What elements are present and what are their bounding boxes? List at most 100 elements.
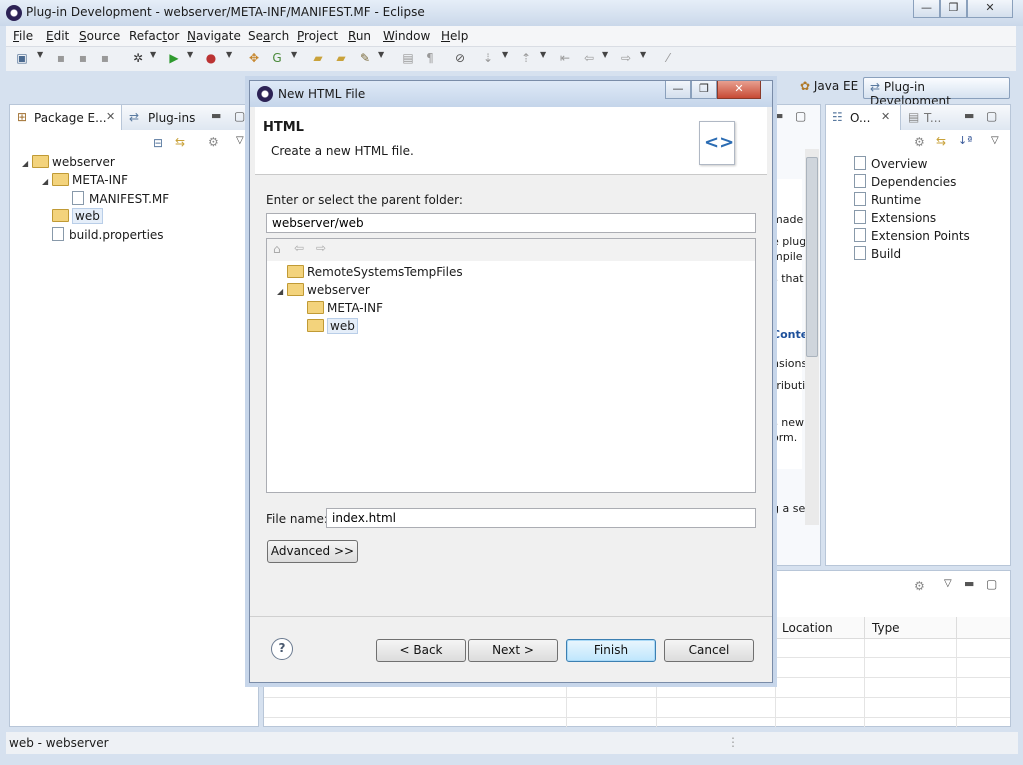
filter-icon[interactable]: ⚙ — [208, 135, 219, 149]
minimize-button[interactable]: — — [913, 0, 940, 18]
folder-tree-item[interactable]: web — [297, 318, 358, 334]
back-icon[interactable]: ⇦ — [294, 241, 304, 255]
filter-icon[interactable]: ⚙ — [914, 135, 925, 149]
close-button[interactable]: ✕ — [967, 0, 1013, 18]
pin-editor-icon[interactable]: ⁄ — [660, 50, 676, 66]
close-tab-icon[interactable]: ✕ — [106, 110, 115, 123]
search-icon[interactable]: ✎ — [357, 50, 373, 66]
new-plugin-icon[interactable]: ✥ — [246, 50, 262, 66]
minimize-view-icon[interactable]: ▬ — [211, 109, 221, 122]
tab-plug-ins[interactable]: ⇄ Plug-ins — [124, 105, 210, 130]
menu-search[interactable]: Search — [248, 29, 289, 43]
forward-icon[interactable]: ⇨ — [316, 241, 326, 255]
menu-run[interactable]: Run — [348, 29, 371, 43]
external-tools-icon[interactable]: ● — [203, 50, 219, 66]
menu-help[interactable]: Help — [441, 29, 468, 43]
folder-tree-item[interactable]: RemoteSystemsTempFiles — [277, 265, 463, 279]
tab-task-list[interactable]: ▤ T... — [904, 105, 954, 130]
last-edit-icon[interactable]: ⇤ — [557, 50, 573, 66]
tree-item[interactable]: MANIFEST.MF — [62, 191, 169, 206]
filter-icon[interactable]: ⚙ — [914, 579, 925, 593]
maximize-button[interactable]: ❐ — [940, 0, 967, 18]
print-icon[interactable]: ▪ — [97, 50, 113, 66]
dialog-close-button[interactable]: ✕ — [717, 81, 761, 99]
tab-outline[interactable]: ☷ O... ✕ — [826, 105, 901, 130]
maximize-view-icon[interactable]: ▢ — [986, 577, 997, 591]
folder-tree-item[interactable]: META-INF — [297, 301, 383, 315]
chevron-down-icon[interactable]: ▼ — [640, 50, 646, 59]
advanced-button[interactable]: Advanced >> — [267, 540, 358, 563]
save-all-icon[interactable]: ▪ — [75, 50, 91, 66]
toggle-mark-icon[interactable]: ▤ — [400, 50, 416, 66]
tab-package-explorer[interactable]: ⊞ Package E... ✕ — [10, 105, 122, 130]
chevron-down-icon[interactable]: ▼ — [602, 50, 608, 59]
outline-item[interactable]: Overview — [854, 156, 928, 171]
expander-icon[interactable]: ◢ — [42, 177, 52, 186]
parent-folder-input[interactable] — [266, 213, 756, 233]
chevron-down-icon[interactable]: ▼ — [150, 50, 156, 59]
chevron-down-icon[interactable]: ▼ — [291, 50, 297, 59]
link-with-editor-icon[interactable]: ⇆ — [936, 134, 946, 148]
next-button[interactable]: Next > — [468, 639, 558, 662]
close-tab-icon[interactable]: ✕ — [881, 110, 890, 123]
menu-edit[interactable]: Edit — [46, 29, 69, 43]
folder-tree-item[interactable]: ◢ webserver — [277, 283, 370, 297]
collapse-all-icon[interactable]: ⊟ — [153, 136, 163, 150]
back-button[interactable]: < Back — [376, 639, 466, 662]
show-whitespace-icon[interactable]: ¶ — [422, 50, 438, 66]
scrollbar-thumb[interactable] — [806, 157, 818, 357]
cancel-button[interactable]: Cancel — [664, 639, 754, 662]
tree-item[interactable]: ◢ META-INF — [42, 173, 128, 187]
open-resource-icon[interactable]: ▰ — [333, 50, 349, 66]
run-icon[interactable]: ▶ — [166, 50, 182, 66]
tree-item[interactable]: ◢ webserver — [22, 155, 115, 169]
debug-icon[interactable]: ✲ — [130, 50, 146, 66]
menu-window[interactable]: Window — [383, 29, 430, 43]
column-header-location[interactable]: Location — [782, 621, 833, 635]
outline-item[interactable]: Extension Points — [854, 228, 970, 243]
forward-icon[interactable]: ⇨ — [618, 50, 634, 66]
expander-icon[interactable]: ◢ — [22, 159, 32, 168]
chevron-down-icon[interactable]: ▼ — [378, 50, 384, 59]
chevron-down-icon[interactable]: ▼ — [502, 50, 508, 59]
menu-file[interactable]: File — [13, 29, 33, 43]
dialog-maximize-button[interactable]: ❐ — [691, 81, 717, 99]
save-icon[interactable]: ▪ — [53, 50, 69, 66]
home-icon[interactable]: ⌂ — [273, 242, 281, 256]
column-header-type[interactable]: Type — [872, 621, 900, 635]
maximize-view-icon[interactable]: ▢ — [986, 109, 997, 123]
chevron-down-icon[interactable]: ▼ — [187, 50, 193, 59]
block-selection-icon[interactable]: ⊘ — [452, 50, 468, 66]
finish-button[interactable]: Finish — [566, 639, 656, 662]
menu-navigate[interactable]: Navigate — [187, 29, 241, 43]
next-annotation-icon[interactable]: ⇣ — [480, 50, 496, 66]
file-name-input[interactable] — [326, 508, 756, 528]
menu-source[interactable]: Source — [79, 29, 120, 43]
chevron-down-icon[interactable]: ▼ — [37, 50, 43, 59]
link-with-editor-icon[interactable]: ⇆ — [175, 135, 185, 149]
maximize-editor-icon[interactable]: ▢ — [795, 109, 806, 123]
minimize-editor-icon[interactable]: ▬ — [773, 109, 783, 122]
view-menu-icon[interactable]: ▽ — [236, 135, 244, 146]
tree-item[interactable]: build.properties — [42, 227, 164, 242]
perspective-plugin-development[interactable]: ⇄ Plug-in Development — [863, 77, 1010, 108]
back-icon[interactable]: ⇦ — [581, 50, 597, 66]
outline-item[interactable]: Runtime — [854, 192, 921, 207]
minimize-view-icon[interactable]: ▬ — [964, 577, 974, 590]
chevron-down-icon[interactable]: ▼ — [540, 50, 546, 59]
outline-item[interactable]: Dependencies — [854, 174, 956, 189]
perspective-java-ee[interactable]: ✿ Java EE — [794, 77, 864, 99]
maximize-view-icon[interactable]: ▢ — [234, 109, 245, 123]
outline-item[interactable]: Build — [854, 246, 901, 261]
menu-refactor[interactable]: Refactor — [129, 29, 179, 43]
menu-project[interactable]: Project — [297, 29, 338, 43]
editor-vertical-scrollbar[interactable] — [805, 149, 819, 525]
minimize-view-icon[interactable]: ▬ — [964, 109, 974, 122]
tree-item[interactable]: web — [42, 208, 103, 224]
new-icon[interactable]: ▣ — [14, 50, 30, 66]
open-type-icon[interactable]: ▰ — [310, 50, 326, 66]
sort-icon[interactable]: ↓ª — [958, 134, 972, 147]
outline-item[interactable]: Extensions — [854, 210, 936, 225]
help-icon[interactable]: ? — [271, 638, 293, 660]
chevron-down-icon[interactable]: ▼ — [226, 50, 232, 59]
